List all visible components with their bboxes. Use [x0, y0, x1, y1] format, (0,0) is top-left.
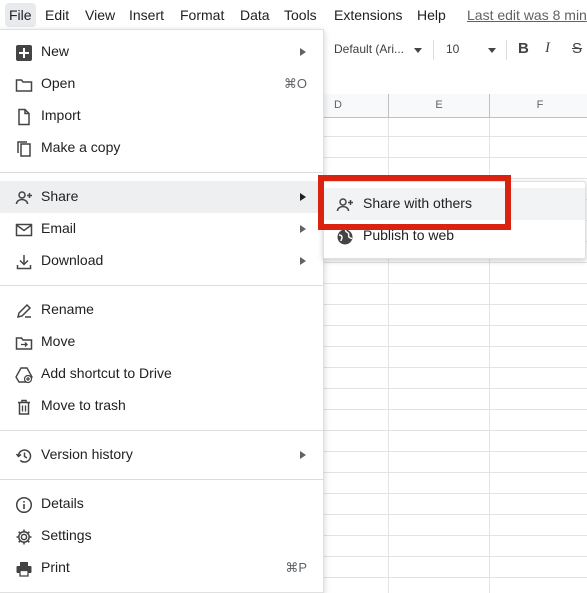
menu-item-add-shortcut[interactable]: Add shortcut to Drive	[0, 358, 323, 390]
copy-icon	[17, 141, 31, 157]
menu-item-share[interactable]: Share	[0, 181, 323, 213]
menu-format[interactable]: Format	[180, 3, 224, 27]
menu-item-email[interactable]: Email	[0, 213, 323, 245]
column-header-f[interactable]: F	[489, 94, 587, 117]
menu-item-label: Details	[41, 495, 84, 511]
menu-edit[interactable]: Edit	[45, 3, 69, 27]
menu-item-details[interactable]: Details	[0, 488, 323, 520]
menu-insert[interactable]: Insert	[129, 3, 164, 27]
menu-item-label: New	[41, 43, 70, 59]
menu-item-move-to-trash[interactable]: Move to trash	[0, 390, 323, 422]
download-icon	[16, 255, 32, 270]
menu-extensions[interactable]: Extensions	[334, 3, 402, 27]
menu-item-rename[interactable]: Rename	[0, 294, 323, 326]
spreadsheet-grid[interactable]	[287, 94, 587, 593]
printer-icon	[16, 562, 32, 577]
menu-item-label: Share	[41, 188, 79, 204]
menu-item-label: Move	[41, 333, 76, 349]
last-edit-link[interactable]: Last edit was 8 min	[467, 3, 587, 27]
menu-item-make-copy[interactable]: Make a copy	[0, 132, 323, 164]
menu-item-label: Add shortcut to Drive	[41, 365, 172, 381]
font-size-dropdown-icon[interactable]	[488, 48, 496, 53]
toolbar-divider	[433, 40, 434, 60]
shortcut-label: ⌘P	[285, 560, 307, 575]
menu-item-label: Make a copy	[41, 139, 121, 155]
highlight-box	[318, 175, 511, 230]
folder-icon	[15, 79, 33, 92]
menu-item-new[interactable]: New	[0, 36, 323, 68]
menu-file[interactable]: File	[5, 3, 36, 27]
trash-icon	[18, 399, 30, 415]
globe-icon	[337, 229, 353, 245]
move-folder-icon	[15, 337, 33, 350]
menu-item-label: Open	[41, 75, 76, 91]
menu-view[interactable]: View	[85, 3, 115, 27]
menu-data[interactable]: Data	[240, 3, 270, 27]
menu-divider	[0, 172, 323, 173]
person-add-icon	[15, 191, 32, 205]
file-menu: New Open ⌘O Import Make a copy Share Ema…	[0, 29, 324, 593]
file-icon	[18, 108, 30, 126]
drive-shortcut-icon	[15, 367, 33, 384]
menu-divider	[0, 479, 323, 480]
menu-item-label: Email	[41, 220, 77, 236]
mail-icon	[15, 223, 33, 237]
toolbar-divider	[506, 40, 507, 60]
toolbar: Default (Ari... 10 B I S	[325, 30, 587, 70]
shortcut-label: ⌘O	[283, 76, 307, 91]
bold-button[interactable]: B	[518, 40, 529, 57]
column-header-row: D E F	[287, 94, 587, 118]
font-size-select[interactable]: 10	[446, 42, 459, 56]
font-family-select[interactable]: Default (Ari...	[334, 42, 404, 56]
menu-item-label: Import	[41, 107, 81, 123]
font-dropdown-icon[interactable]	[414, 48, 422, 53]
menu-item-open[interactable]: Open ⌘O	[0, 68, 323, 100]
menu-bar: File Edit View Insert Format Data Tools …	[0, 0, 587, 30]
menu-item-label: Settings	[41, 527, 92, 543]
menu-tools[interactable]: Tools	[284, 3, 317, 27]
menu-divider	[0, 430, 323, 431]
menu-item-version-history[interactable]: Version history	[0, 439, 323, 471]
info-icon	[15, 496, 33, 514]
submenu-arrow-icon	[300, 257, 306, 265]
menu-item-settings[interactable]: Settings	[0, 520, 323, 552]
menu-item-label: Version history	[41, 446, 133, 462]
menu-item-move[interactable]: Move	[0, 326, 323, 358]
submenu-arrow-icon	[300, 451, 306, 459]
menu-item-label: Rename	[41, 301, 94, 317]
menu-item-label: Download	[41, 252, 104, 268]
rename-icon	[16, 303, 32, 319]
menu-item-label: Print	[41, 559, 70, 575]
strikethrough-button[interactable]: S	[572, 40, 582, 57]
submenu-arrow-icon	[300, 225, 306, 233]
menu-item-download[interactable]: Download	[0, 245, 323, 277]
column-header-e[interactable]: E	[388, 94, 489, 117]
menu-item-import[interactable]: Import	[0, 100, 323, 132]
menu-divider	[0, 285, 323, 286]
menu-item-print[interactable]: Print ⌘P	[0, 552, 323, 584]
plus-box-icon	[16, 45, 32, 61]
submenu-arrow-icon	[300, 48, 306, 56]
menu-item-label: Move to trash	[41, 397, 126, 413]
submenu-arrow-icon	[300, 193, 306, 201]
gear-icon	[16, 529, 32, 545]
menu-help[interactable]: Help	[417, 3, 446, 27]
italic-button[interactable]: I	[545, 40, 550, 57]
history-icon	[15, 449, 32, 463]
